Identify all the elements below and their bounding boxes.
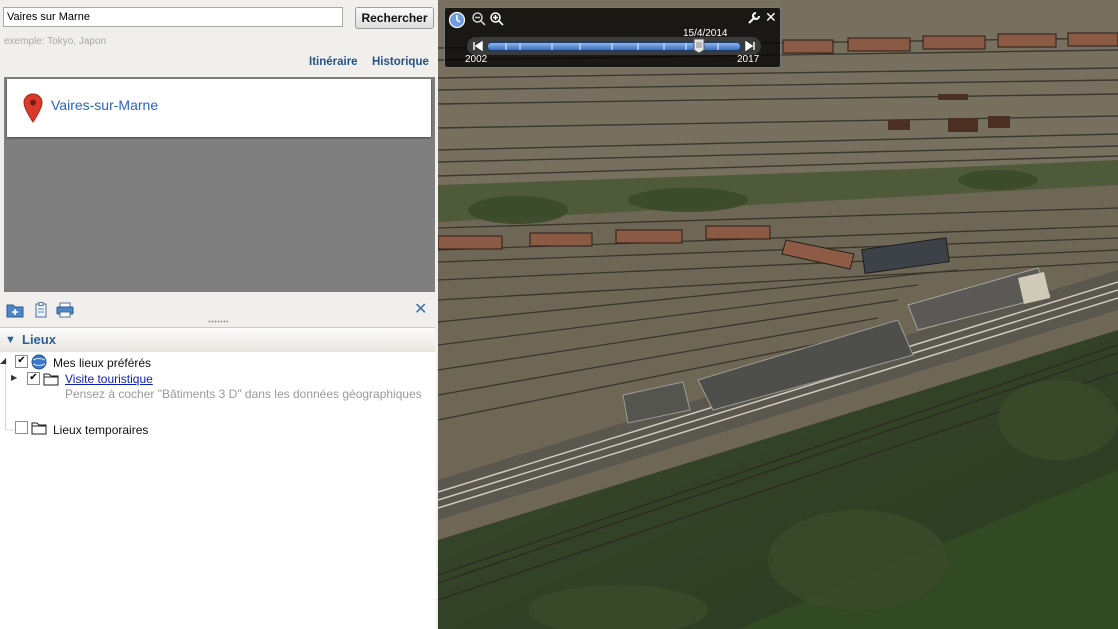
- search-results-panel: Vaires-sur-Marne: [4, 77, 435, 292]
- tree-label: Lieux temporaires: [53, 423, 149, 437]
- skip-back-icon[interactable]: [473, 41, 483, 51]
- folder-add-icon[interactable]: [6, 302, 24, 318]
- tree-label: Mes lieux préférés: [53, 356, 152, 370]
- tour-description: Pensez à cocher "Bâtiments 3 D" dans les…: [65, 387, 422, 401]
- zoom-in-icon[interactable]: [489, 11, 505, 27]
- favorites-checkbox[interactable]: ✔: [15, 355, 28, 368]
- search-input[interactable]: Vaires sur Marne: [3, 7, 343, 27]
- expand-arrow-icon[interactable]: ▶: [11, 373, 17, 382]
- start-year-label: 2002: [465, 54, 488, 65]
- temporary-checkbox[interactable]: [15, 421, 28, 434]
- tour-link[interactable]: Visite touristique: [65, 372, 153, 386]
- history-link[interactable]: Historique: [372, 56, 429, 68]
- tour-checkbox[interactable]: ✔: [27, 372, 40, 385]
- tree-item-favorites[interactable]: ◢ ✔ Mes lieux préférés: [0, 354, 436, 370]
- historical-imagery-panel: ✕ 15/4/2014 2002 2017: [444, 7, 781, 68]
- end-year-label: 2017: [737, 54, 760, 65]
- resize-grip[interactable]: [208, 320, 228, 323]
- close-icon[interactable]: ✕: [765, 9, 777, 26]
- search-button[interactable]: Rechercher: [355, 7, 434, 29]
- zoom-out-icon[interactable]: [471, 11, 487, 27]
- result-title[interactable]: Vaires-sur-Marne: [51, 97, 158, 113]
- collapse-arrow-icon[interactable]: ▼: [5, 334, 16, 346]
- places-title: Lieux: [22, 332, 56, 347]
- tour-link-text[interactable]: Visite touristique: [65, 372, 153, 386]
- close-icon[interactable]: ✕: [414, 299, 427, 319]
- folder-icon: [31, 422, 47, 435]
- search-result-item[interactable]: Vaires-sur-Marne: [7, 79, 431, 137]
- places-panel-header[interactable]: ▼ Lieux: [0, 327, 435, 353]
- map-pin-icon: [23, 93, 43, 123]
- tree-item-tour[interactable]: ▶ ✔ Visite touristique: [0, 371, 436, 387]
- places-tree: ◢ ✔ Mes lieux préférés ▶ ✔ Visite touris…: [0, 352, 436, 629]
- timeline-thumb[interactable]: [693, 38, 705, 54]
- satellite-map-view[interactable]: [438, 0, 1118, 629]
- search-hint: exemple: Tokyo, Japon: [4, 36, 107, 47]
- skip-forward-icon[interactable]: [745, 41, 755, 51]
- folder-icon: [43, 373, 59, 386]
- tree-item-temporary[interactable]: Lieux temporaires: [0, 420, 436, 437]
- timeline-slider[interactable]: [467, 37, 761, 55]
- wrench-icon[interactable]: [747, 11, 761, 25]
- itinerary-link[interactable]: Itinéraire: [309, 56, 358, 68]
- clock-icon[interactable]: [448, 11, 466, 29]
- expand-arrow-icon[interactable]: ◢: [0, 356, 6, 365]
- globe-icon: [31, 354, 47, 370]
- sidebar-panel: Vaires sur Marne Rechercher exemple: Tok…: [0, 0, 438, 629]
- clipboard-icon[interactable]: [32, 302, 50, 318]
- satellite-imagery: [438, 0, 1118, 629]
- print-icon[interactable]: [56, 302, 74, 318]
